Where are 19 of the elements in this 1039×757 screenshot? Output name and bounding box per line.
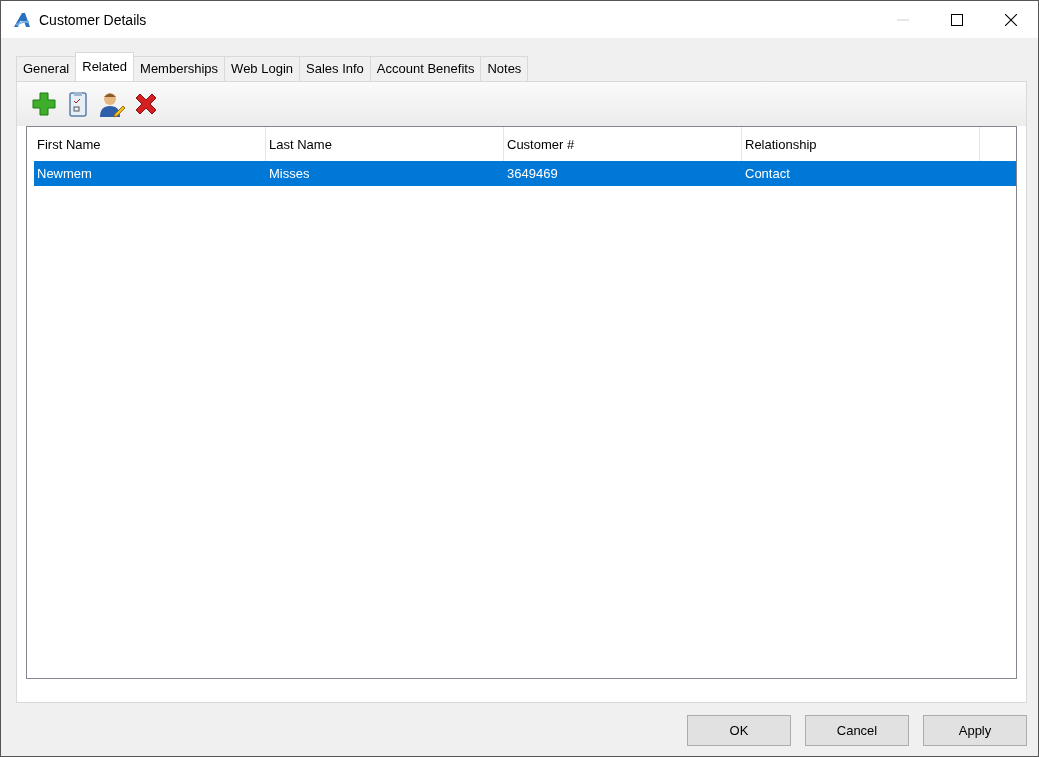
dialog-button[interactable]: Apply — [923, 715, 1027, 746]
maximize-icon — [951, 13, 963, 26]
close-icon — [1005, 13, 1017, 26]
table-cell-text: Newmem — [36, 165, 93, 183]
tab[interactable]: Notes — [480, 56, 529, 81]
dialog-button[interactable]: Cancel — [805, 715, 909, 746]
table-cell-text: Misses — [268, 165, 311, 183]
dialog-button[interactable]: OK — [687, 715, 791, 746]
user-edit-button[interactable] — [98, 90, 126, 118]
table-cell-text: Contact — [744, 165, 791, 183]
app-logo-icon — [13, 11, 31, 28]
table-row[interactable]: Newmem Misses 3649469 Contact — [34, 161, 1016, 186]
tab[interactable]: Related — [75, 52, 135, 81]
plus-button[interactable] — [30, 90, 58, 118]
plus-icon — [30, 90, 58, 118]
table-cell-text: 3649469 — [506, 165, 559, 183]
window-title: Customer Details — [39, 11, 148, 28]
user-edit-icon — [98, 90, 126, 118]
tab[interactable]: General — [16, 56, 77, 81]
